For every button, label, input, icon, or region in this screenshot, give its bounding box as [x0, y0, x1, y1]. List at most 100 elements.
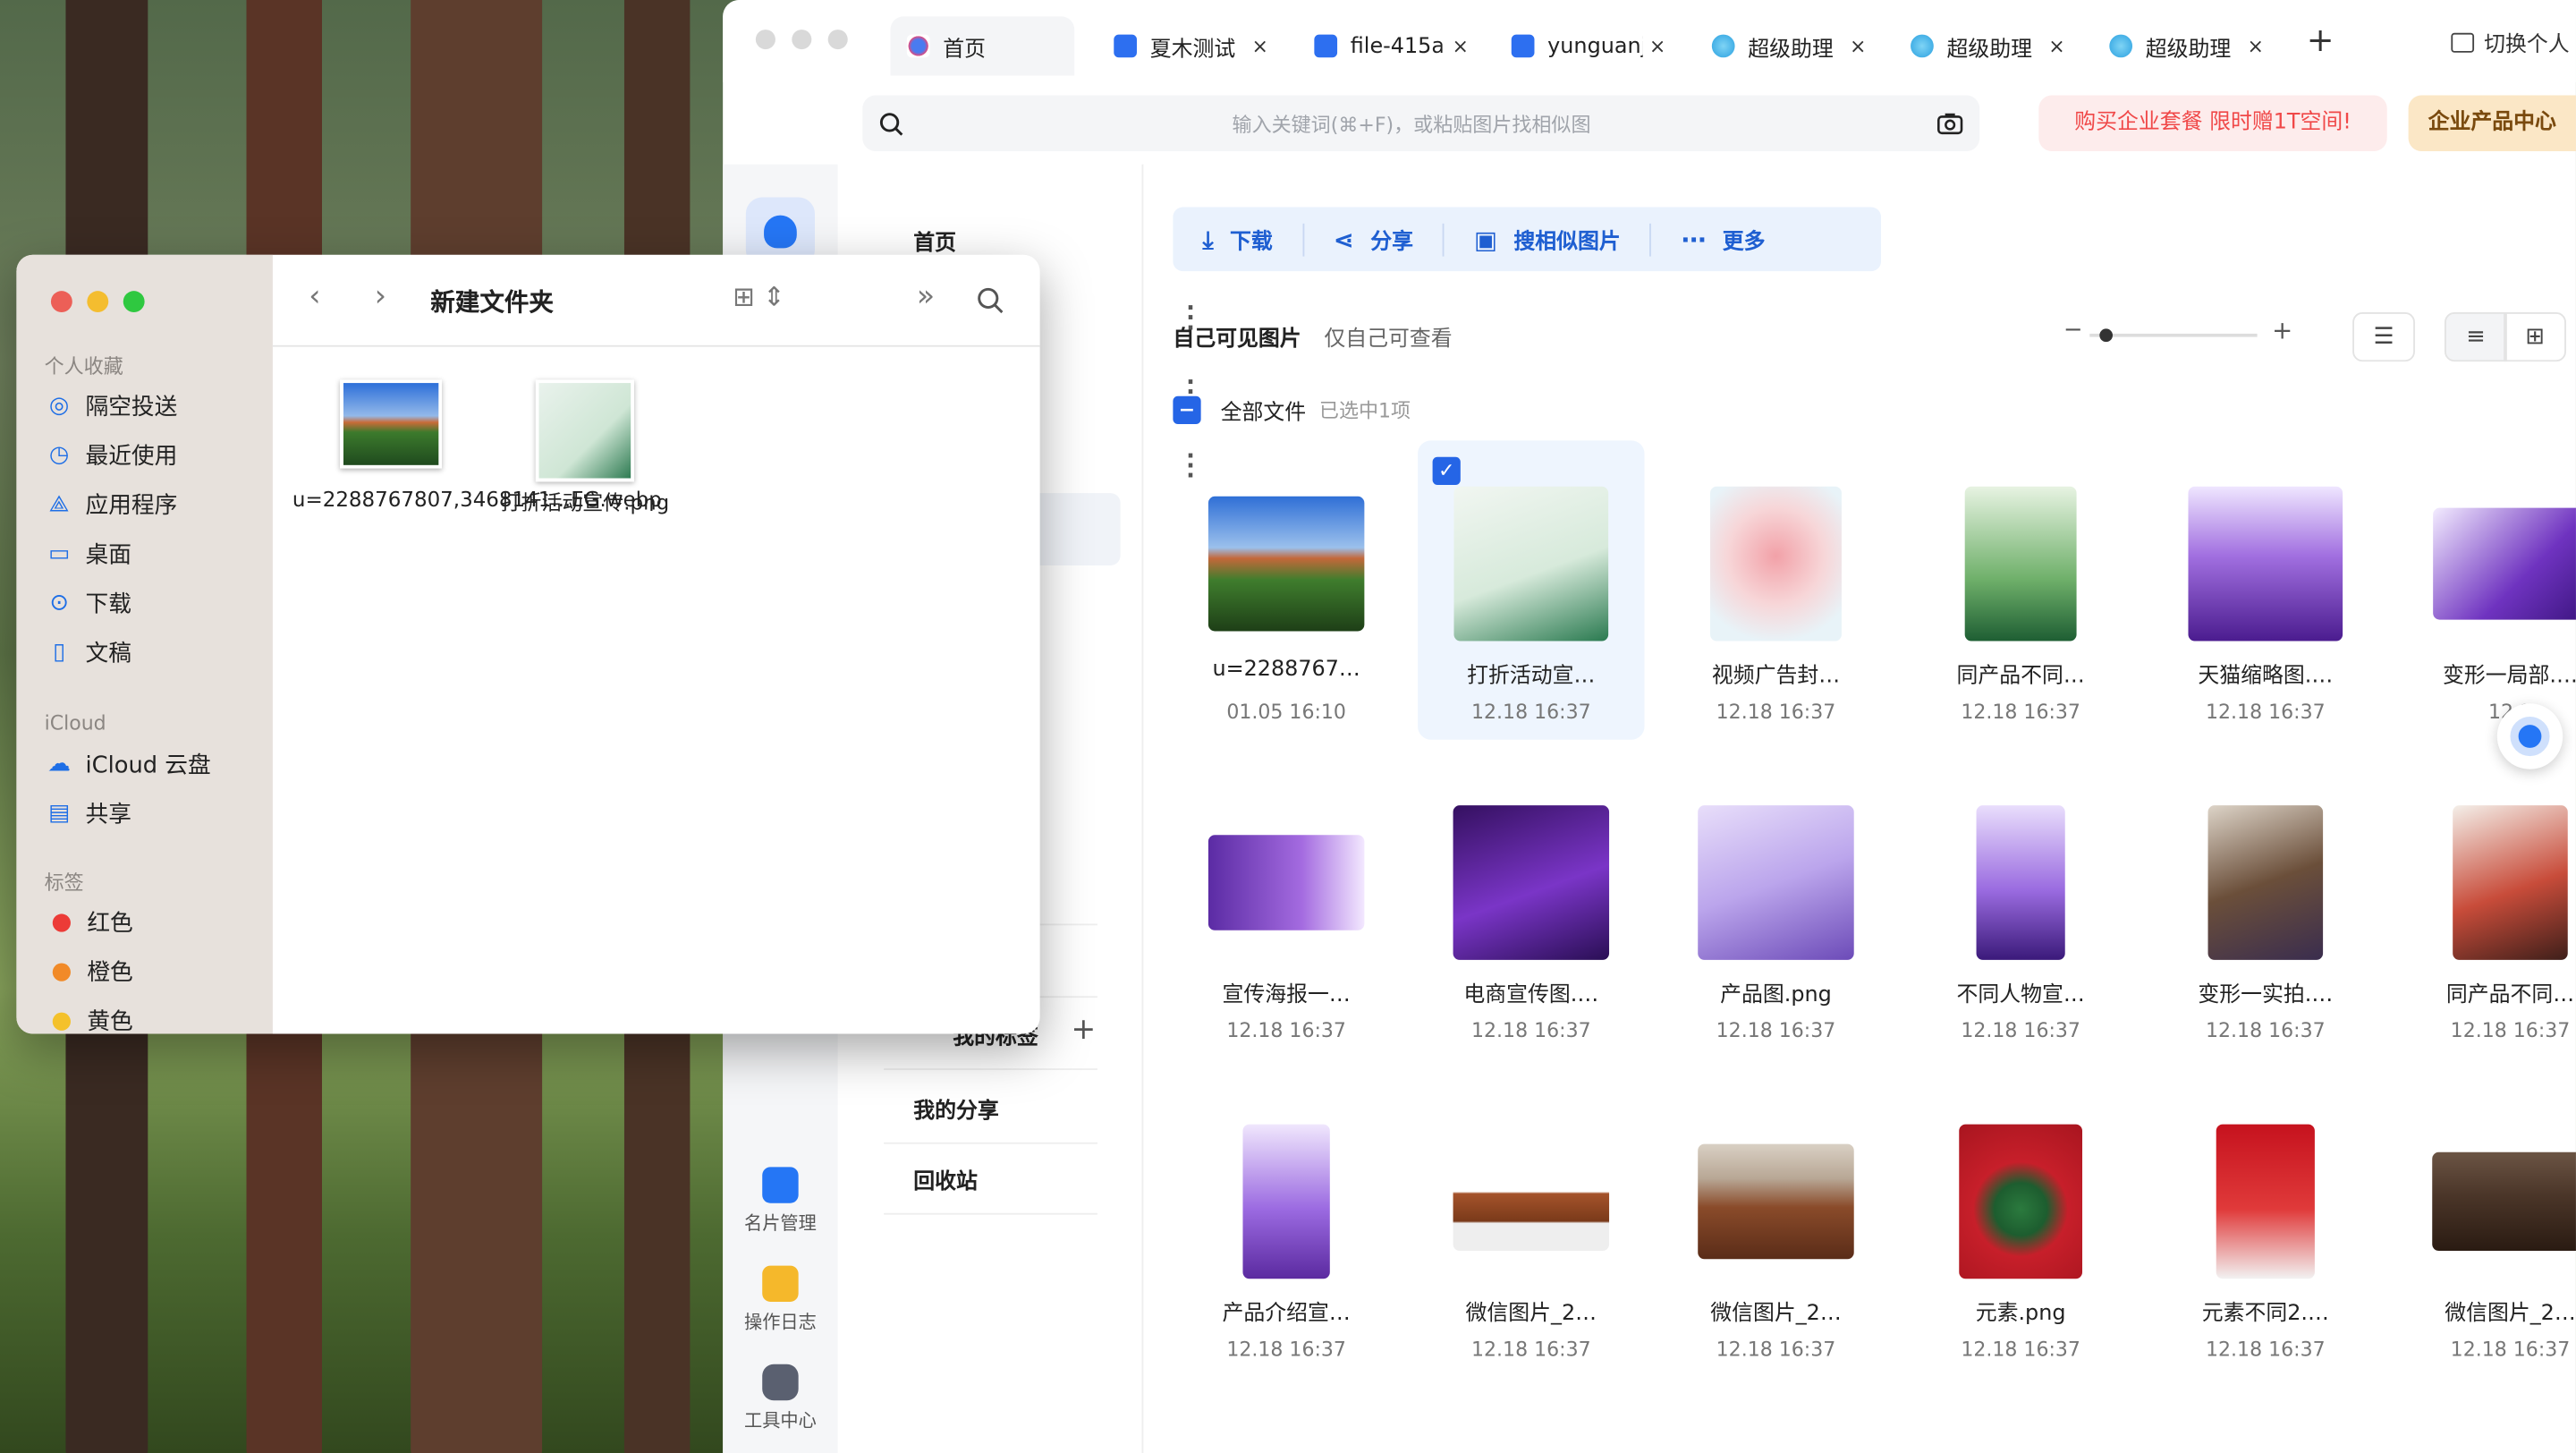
share-button[interactable]: ⋖ 分享: [1304, 222, 1445, 256]
camera-icon[interactable]: [1936, 112, 1963, 135]
file-card[interactable]: 微信图片_2… 12.18 16:37: [2397, 1078, 2576, 1377]
zoom-out-icon[interactable]: −: [2063, 318, 2083, 344]
more-toolbar-icon[interactable]: »: [917, 279, 935, 314]
switch-account-button[interactable]: 切换个人: [2451, 26, 2570, 57]
promo-banner[interactable]: 购买企业套餐 限时赠1T空间!: [2038, 95, 2387, 152]
switch-icon: [2451, 31, 2475, 52]
file-checkbox[interactable]: ✓: [1432, 456, 1461, 485]
search-similar-button[interactable]: ▣ 搜相似图片: [1445, 222, 1652, 256]
apps-icon: ⟁: [48, 491, 70, 518]
sidebar-item[interactable]: ▯ 文稿: [46, 636, 131, 669]
file-card[interactable]: 元素.png 12.18 16:37: [1907, 1078, 2133, 1377]
divider: [884, 1142, 1097, 1144]
sort-icon: ☰: [2373, 323, 2394, 351]
file-card[interactable]: 宣传海报一… 12.18 16:37: [1173, 760, 1399, 1058]
tab-doc[interactable]: yunguanj ×: [1495, 16, 1665, 75]
forward-icon[interactable]: ›: [375, 279, 386, 314]
search-input[interactable]: 输入关键词(⌘+F)，或粘贴图片找相似图: [862, 95, 1980, 152]
list-view-button[interactable]: ≡: [2445, 312, 2507, 362]
file-card[interactable]: 电商宣传图.… 12.18 16:37: [1418, 760, 1644, 1058]
sidebar-item[interactable]: 橙色: [46, 955, 133, 988]
close-tab-icon[interactable]: ×: [1649, 35, 1665, 58]
file-card[interactable]: 产品图.png 12.18 16:37: [1663, 760, 1889, 1058]
close-tab-icon[interactable]: ×: [1850, 35, 1866, 58]
image-thumbnail: [1976, 805, 2065, 960]
add-tag-button[interactable]: +: [1072, 1013, 1097, 1048]
sidebar-item[interactable]: ▭ 桌面: [46, 538, 131, 571]
zoom-window-button[interactable]: [827, 30, 848, 50]
sidebar-item[interactable]: 红色: [46, 905, 133, 939]
close-tab-icon[interactable]: ×: [2048, 35, 2064, 58]
sidebar-item[interactable]: ◷ 最近使用: [46, 439, 177, 472]
people-icon: [906, 34, 930, 58]
sort-button[interactable]: ☰: [2352, 312, 2415, 362]
zoom-slider[interactable]: − +: [2063, 316, 2293, 348]
file-card[interactable]: u=2288767… 01.05 16:10: [1173, 440, 1399, 739]
select-all-checkbox[interactable]: −: [1173, 395, 1201, 424]
sidebar-item[interactable]: ⊙ 下载: [46, 587, 131, 620]
image-thumbnail: [535, 379, 634, 482]
sidebar-item[interactable]: ◎ 隔空投送: [46, 389, 177, 422]
minimize-window-button[interactable]: [792, 30, 812, 50]
file-card[interactable]: 微信图片_2… 12.18 16:37: [1418, 1078, 1644, 1377]
tag-dot-icon: [52, 913, 71, 931]
sidebar-item[interactable]: ☁ iCloud 云盘: [46, 748, 210, 781]
more-button[interactable]: ⋯ 更多: [1652, 223, 1795, 256]
finder-file[interactable]: 打折活动宣传.png: [487, 379, 683, 515]
file-card[interactable]: 打折活动宣… 12.18 16:37 ✓: [1418, 440, 1645, 740]
rail-tool-center[interactable]: 工具中心: [723, 1364, 838, 1433]
file-date: 12.18 16:37: [1961, 1019, 2080, 1042]
file-card[interactable]: 产品介绍宣… 12.18 16:37: [1173, 1078, 1399, 1377]
search-icon[interactable]: [976, 286, 1005, 316]
sidebar-item[interactable]: ⟁ 应用程序: [46, 489, 178, 522]
file-card[interactable]: 同产品不同… 12.18 16:37: [1907, 440, 2133, 739]
zoom-in-icon[interactable]: +: [2272, 316, 2292, 345]
close-tab-icon[interactable]: ×: [1251, 35, 1267, 58]
sidebar-item-label: 桌面: [85, 542, 131, 569]
sidebar-item[interactable]: ▤ 共享: [46, 797, 131, 830]
finder-file[interactable]: u=2288767807,3468141...EG.webp: [292, 379, 662, 513]
file-card[interactable]: 同产品不同… 12.18 16:37: [2397, 760, 2576, 1058]
close-window-button[interactable]: [755, 30, 775, 50]
file-card[interactable]: 不同人物宣… 12.18 16:37: [1907, 760, 2133, 1058]
tab-home[interactable]: 首页: [890, 16, 1075, 76]
file-card[interactable]: 微信图片_2… 12.18 16:37: [1663, 1078, 1889, 1377]
nav-recycle-bin[interactable]: 回收站: [913, 1164, 978, 1195]
file-card[interactable]: 元素不同2.… 12.18 16:37: [2152, 1078, 2378, 1377]
finder-window: 个人收藏 ◎ 隔空投送 ◷ 最近使用 ⟁ 应用程序 ▭ 桌面 ⊙ 下载 ▯ 文稿 iCloud ☁ iC…: [16, 254, 1040, 1034]
nav-home[interactable]: 首页: [913, 225, 956, 257]
rail-card-management[interactable]: 名片管理: [723, 1167, 838, 1236]
nav-my-share[interactable]: 我的分享: [913, 1093, 999, 1125]
file-card[interactable]: 变形一局部.…12.1: [2397, 440, 2576, 739]
file-card[interactable]: 变形一实拍.… 12.18 16:37: [2152, 760, 2378, 1058]
download-button[interactable]: ⤓ 下载: [1173, 222, 1304, 256]
grid-view-button[interactable]: ⊞: [2504, 312, 2566, 362]
sidebar-item[interactable]: 黄色: [46, 1004, 133, 1034]
file-date: 12.18 16:37: [1470, 700, 1591, 724]
clock-icon: ◷: [48, 442, 70, 469]
close-tab-icon[interactable]: ×: [1453, 35, 1469, 58]
tab-helper[interactable]: 超级助理 ×: [1894, 16, 2065, 75]
tab-helper[interactable]: 超级助理 ×: [2093, 16, 2264, 75]
back-icon[interactable]: ‹: [309, 279, 320, 314]
download-icon: ⤓: [1202, 224, 1214, 254]
zoom-window-button[interactable]: [123, 291, 145, 313]
tab-doc[interactable]: 夏木测试 ×: [1097, 16, 1268, 75]
zoom-knob[interactable]: [2099, 328, 2113, 343]
file-date: 12.18 16:37: [1961, 700, 2080, 724]
close-tab-icon[interactable]: ×: [2247, 35, 2263, 58]
image-thumbnail: [1208, 835, 1365, 930]
new-tab-button[interactable]: +: [2307, 20, 2334, 59]
assistant-float-button[interactable]: [2496, 703, 2563, 769]
rail-operation-log[interactable]: 操作日志: [723, 1265, 838, 1335]
minimize-window-button[interactable]: [87, 291, 109, 313]
tab-helper[interactable]: 超级助理 ×: [1695, 16, 1866, 75]
view-options-icon[interactable]: ⊞ ⇕: [733, 281, 785, 312]
file-card[interactable]: 视频广告封… 12.18 16:37: [1663, 440, 1889, 739]
file-name: 打折活动宣…: [1467, 664, 1596, 689]
file-card[interactable]: 天猫缩略图.… 12.18 16:37: [2152, 440, 2378, 739]
doc-icon: [1511, 34, 1535, 58]
enterprise-center-button[interactable]: 企业产品中心: [2408, 95, 2576, 152]
close-window-button[interactable]: [50, 291, 72, 313]
tab-doc[interactable]: file-415a ×: [1298, 16, 1469, 75]
